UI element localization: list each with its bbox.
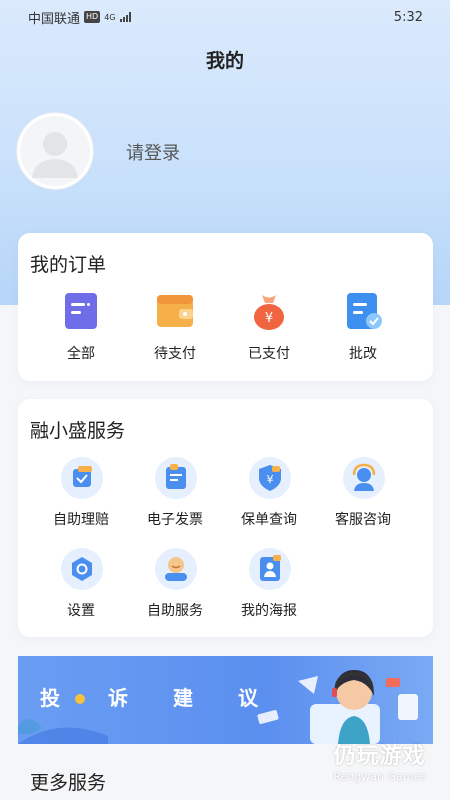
status-left: 中国联通 HD 4G [28,8,131,27]
customer-service-icon [352,463,376,491]
avatar[interactable] [17,113,93,189]
user-placeholder-icon [20,116,90,186]
watermark: 仍玩游戏 Rengwan Games [333,738,426,783]
order-pending-payment[interactable]: 待支付 [128,289,222,369]
document-list-icon [61,291,101,331]
service-my-poster-label: 我的海报 [241,603,297,619]
signal-icon [119,12,131,22]
edit-document-icon [343,291,383,331]
order-paid-label: 已支付 [248,346,290,362]
self-service-icon [165,557,187,581]
banner-illustration [18,670,418,744]
service-customer-consult[interactable]: 客服咨询 [316,455,410,529]
hd-badge: HD [84,11,101,23]
service-e-invoice[interactable]: 电子发票 [128,455,222,529]
services-card: 融小盛服务 自助理赔 电子发票 ¥ 保单查询 客服咨询 设置 自助服务 我的海报 [18,399,433,637]
services-title: 融小盛服务 [30,420,126,442]
service-e-invoice-label: 电子发票 [147,512,203,528]
order-all-label: 全部 [67,346,95,362]
carrier-name: 中国联通 [28,11,81,27]
banner-char-2: 诉 [108,686,129,710]
service-settings[interactable]: 设置 [34,546,128,620]
svg-text:¥: ¥ [265,311,273,326]
service-self-service-label: 自助服务 [147,603,203,619]
service-policy-query-label: 保单查询 [241,512,297,528]
more-services-title: 更多服务 [30,772,107,794]
service-customer-consult-label: 客服咨询 [335,512,391,528]
settings-icon [72,557,92,581]
status-time: 5:32 [393,9,423,25]
orders-card: 我的订单 全部 待支付 ¥ 已支付 批改 [18,233,433,381]
order-amend[interactable]: 批改 [316,289,410,369]
svg-text:¥: ¥ [267,473,274,486]
service-self-service[interactable]: 自助服务 [128,546,222,620]
network-type: 4G [104,12,116,22]
order-pending-payment-label: 待支付 [154,346,196,362]
invoice-icon [166,464,186,489]
page-title: 我的 [205,50,244,72]
service-policy-query[interactable]: ¥ 保单查询 [222,455,316,529]
watermark-en: Rengwan Games [333,770,426,783]
banner-char-3: 建 [173,686,194,710]
claim-icon [73,466,92,487]
policy-shield-icon: ¥ [259,465,281,491]
banner-char-1: 投 [40,686,61,710]
service-my-poster[interactable]: 我的海报 [222,546,316,620]
login-link[interactable]: 请登录 [126,139,180,165]
service-self-claim[interactable]: 自助理赔 [34,455,128,529]
status-bar: 中国联通 HD 4G 5:32 [0,0,450,34]
order-paid[interactable]: ¥ 已支付 [222,289,316,369]
money-bag-icon: ¥ [249,291,289,331]
banner-char-4: 议 [238,686,259,710]
orders-title: 我的订单 [30,254,107,276]
service-self-claim-label: 自助理赔 [53,512,109,528]
order-all[interactable]: 全部 [34,289,128,369]
watermark-cn: 仍玩游戏 [333,744,426,769]
order-amend-label: 批改 [349,346,377,362]
wallet-icon [155,291,195,331]
complaint-banner[interactable]: 投 诉 建 议 [18,656,433,744]
poster-icon [260,555,281,581]
service-settings-label: 设置 [67,603,95,619]
